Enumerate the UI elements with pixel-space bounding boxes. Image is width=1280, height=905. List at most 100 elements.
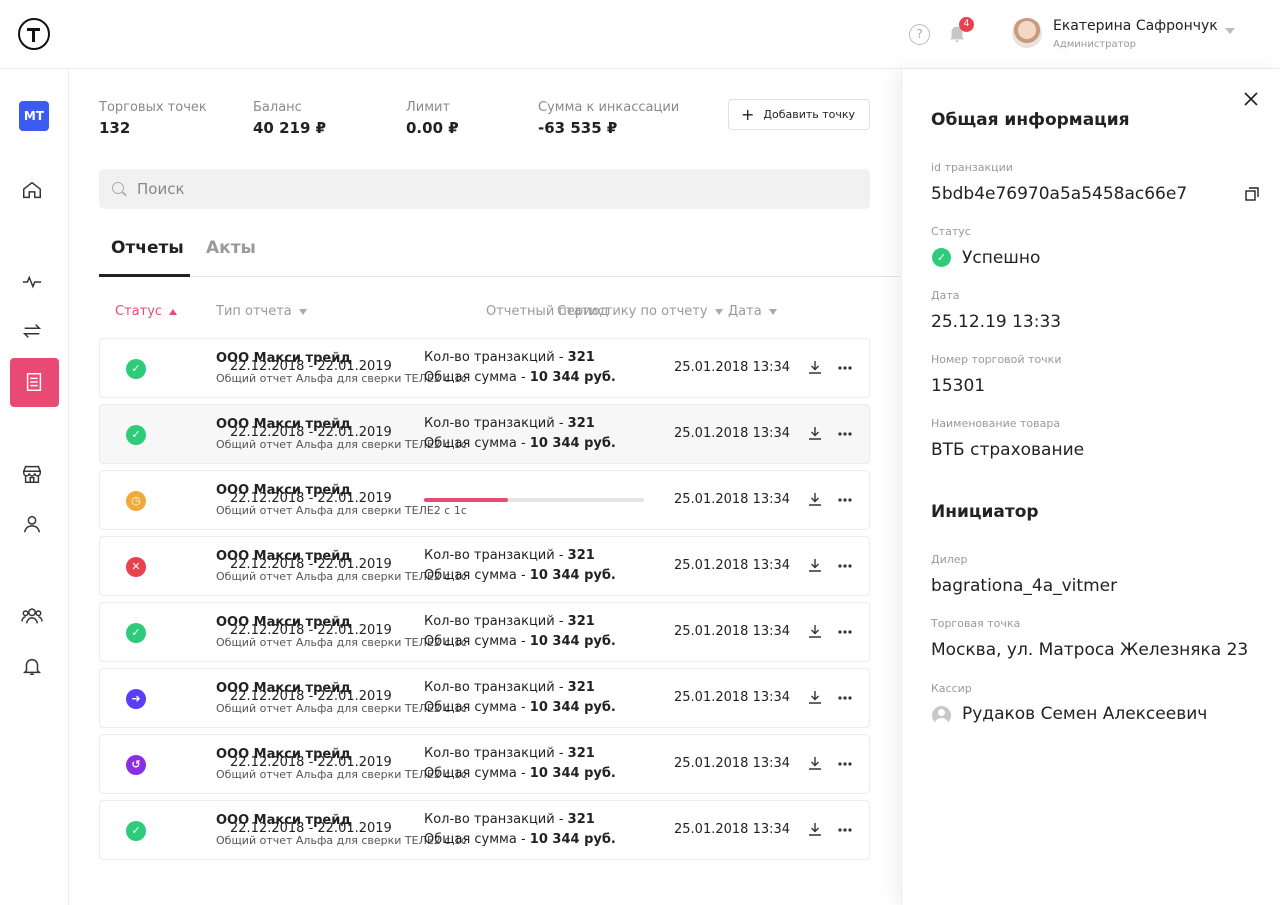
status-success-icon: ✓ [126,623,146,643]
status-success-icon: ✓ [126,359,146,379]
stat-label: Торговых точек [99,100,207,115]
user-icon [23,515,41,533]
notifications-button[interactable]: 4 [946,17,974,46]
field-label: Статус [931,225,971,238]
column-date[interactable]: Дата [728,304,777,319]
column-status[interactable]: Статус [115,304,178,319]
tab-reports[interactable]: Отчеты [111,238,184,258]
download-icon[interactable] [807,359,823,375]
users-icon [21,608,43,624]
check-icon: ✓ [932,248,951,267]
stat-label: Сумма к инкассации [538,100,680,115]
transaction-count: Кол-во транзакций - 321 [424,746,595,761]
download-icon[interactable] [807,491,823,507]
transaction-count: Кол-во транзакций - 321 [424,416,595,431]
more-icon[interactable] [837,360,853,376]
sidebar-item-notifications[interactable] [21,655,47,681]
transaction-count: Кол-во транзакций - 321 [424,614,595,629]
field-label: id транзакции [931,161,1013,174]
stat-label: Баланс [253,100,302,115]
plus-icon: + [741,104,755,124]
sidebar-item-transfers[interactable] [21,320,47,346]
stat-value: -63 535 ₽ [538,119,618,137]
sidebar-item-profile[interactable] [21,513,47,539]
table-row[interactable]: ✓ ООО Макси трейд 22.12.2018 - 22.01.201… [99,800,870,860]
stat-limit: Лимит 0.00 ₽ [406,100,459,137]
copy-icon[interactable] [1244,186,1260,202]
sidebar-item-home[interactable] [21,179,47,205]
dealer-value: bagrationa_4a_vitmer [931,576,1118,596]
initiator-title: Инициатор [931,502,1039,522]
column-type[interactable]: Тип отчета [216,304,307,319]
tabs-divider [99,276,900,277]
reports-icon [26,373,42,391]
sidebar-item-activity[interactable] [21,271,47,297]
more-icon[interactable] [837,558,853,574]
add-store-label: Добавить точку [763,108,856,121]
top-bar: ? 4 Екатерина Сафрончук Администратор [0,0,1280,69]
field-label: Дилер [931,553,968,566]
download-icon[interactable] [807,623,823,639]
add-store-button[interactable]: + Добавить точку [728,99,870,130]
transaction-count: Кол-во транзакций - 321 [424,680,595,695]
sidebar-item-stores[interactable] [21,463,47,489]
chevron-down-icon[interactable] [1225,28,1235,34]
table-row[interactable]: ➜ ООО Макси трейд 22.12.2018 - 22.01.201… [99,668,870,728]
total-sum: Общая сумма - 10 344 руб. [424,370,616,385]
column-stats[interactable]: Статистику по отчету [557,304,723,319]
stat-value: 132 [99,119,131,137]
report-date: 25.01.2018 13:34 [674,624,791,639]
panel-title: Общая информация [931,110,1130,130]
more-icon[interactable] [837,690,853,706]
tab-acts[interactable]: Акты [206,238,256,258]
search-input[interactable] [137,169,837,209]
sidebar-item-users[interactable] [21,605,47,631]
logo[interactable] [18,18,50,50]
account-badge[interactable]: MT [19,101,49,131]
progress-bar [424,498,644,502]
close-icon[interactable] [1243,91,1259,107]
user-name[interactable]: Екатерина Сафрончук [1053,18,1218,34]
download-icon[interactable] [807,557,823,573]
status-success-icon: ✓ [126,425,146,445]
table-row[interactable]: ✓ ООО Макси трейд 22.12.2018 - 22.01.201… [99,404,870,464]
download-icon[interactable] [807,425,823,441]
total-sum: Общая сумма - 10 344 руб. [424,568,616,583]
stat-value: 40 219 ₽ [253,119,327,137]
download-icon[interactable] [807,755,823,771]
status-pending-icon: ◷ [126,491,146,511]
total-sum: Общая сумма - 10 344 руб. [424,436,616,451]
more-icon[interactable] [837,756,853,772]
total-sum: Общая сумма - 10 344 руб. [424,634,616,649]
home-icon [23,181,41,199]
report-description: Общий отчет Альфа для сверки ТЕЛЕ2 с 1с [216,504,467,517]
sort-icon [768,308,777,315]
sidebar-item-reports[interactable] [10,358,59,407]
avatar[interactable] [1012,18,1042,48]
table-row[interactable]: ↺ ООО Макси трейд 22.12.2018 - 22.01.201… [99,734,870,794]
download-icon[interactable] [807,689,823,705]
column-label: Статистику по отчету [557,304,708,319]
table-row[interactable]: ◷ ООО Макси трейд 22.12.2018 - 22.01.201… [99,470,870,530]
help-icon[interactable]: ? [909,24,930,45]
table-row[interactable]: ✓ ООО Макси трейд 22.12.2018 - 22.01.201… [99,602,870,662]
stat-label: Лимит [406,100,451,115]
date-value: 25.12.19 13:33 [931,312,1062,332]
transaction-count: Кол-во транзакций - 321 [424,548,595,563]
download-icon[interactable] [807,821,823,837]
table-row[interactable]: ✕ ООО Макси трейд 22.12.2018 - 22.01.201… [99,536,870,596]
transaction-id: 5bdb4e76970a5a5458ac66e7 [931,184,1188,204]
more-icon[interactable] [837,624,853,640]
sidebar: MT [0,69,69,905]
report-date: 25.01.2018 13:34 [674,360,791,375]
status-success-icon: ✓ [126,821,146,841]
details-panel: Общая информация id транзакции 5bdb4e769… [901,69,1280,905]
column-label: Статус [115,304,163,319]
user-role: Администратор [1053,39,1136,50]
more-icon[interactable] [837,822,853,838]
table-row[interactable]: ✓ ООО Макси трейд 22.12.2018 - 22.01.201… [99,338,870,398]
more-icon[interactable] [837,492,853,508]
more-icon[interactable] [837,426,853,442]
report-date: 25.01.2018 13:34 [674,558,791,573]
field-label: Кассир [931,682,972,695]
